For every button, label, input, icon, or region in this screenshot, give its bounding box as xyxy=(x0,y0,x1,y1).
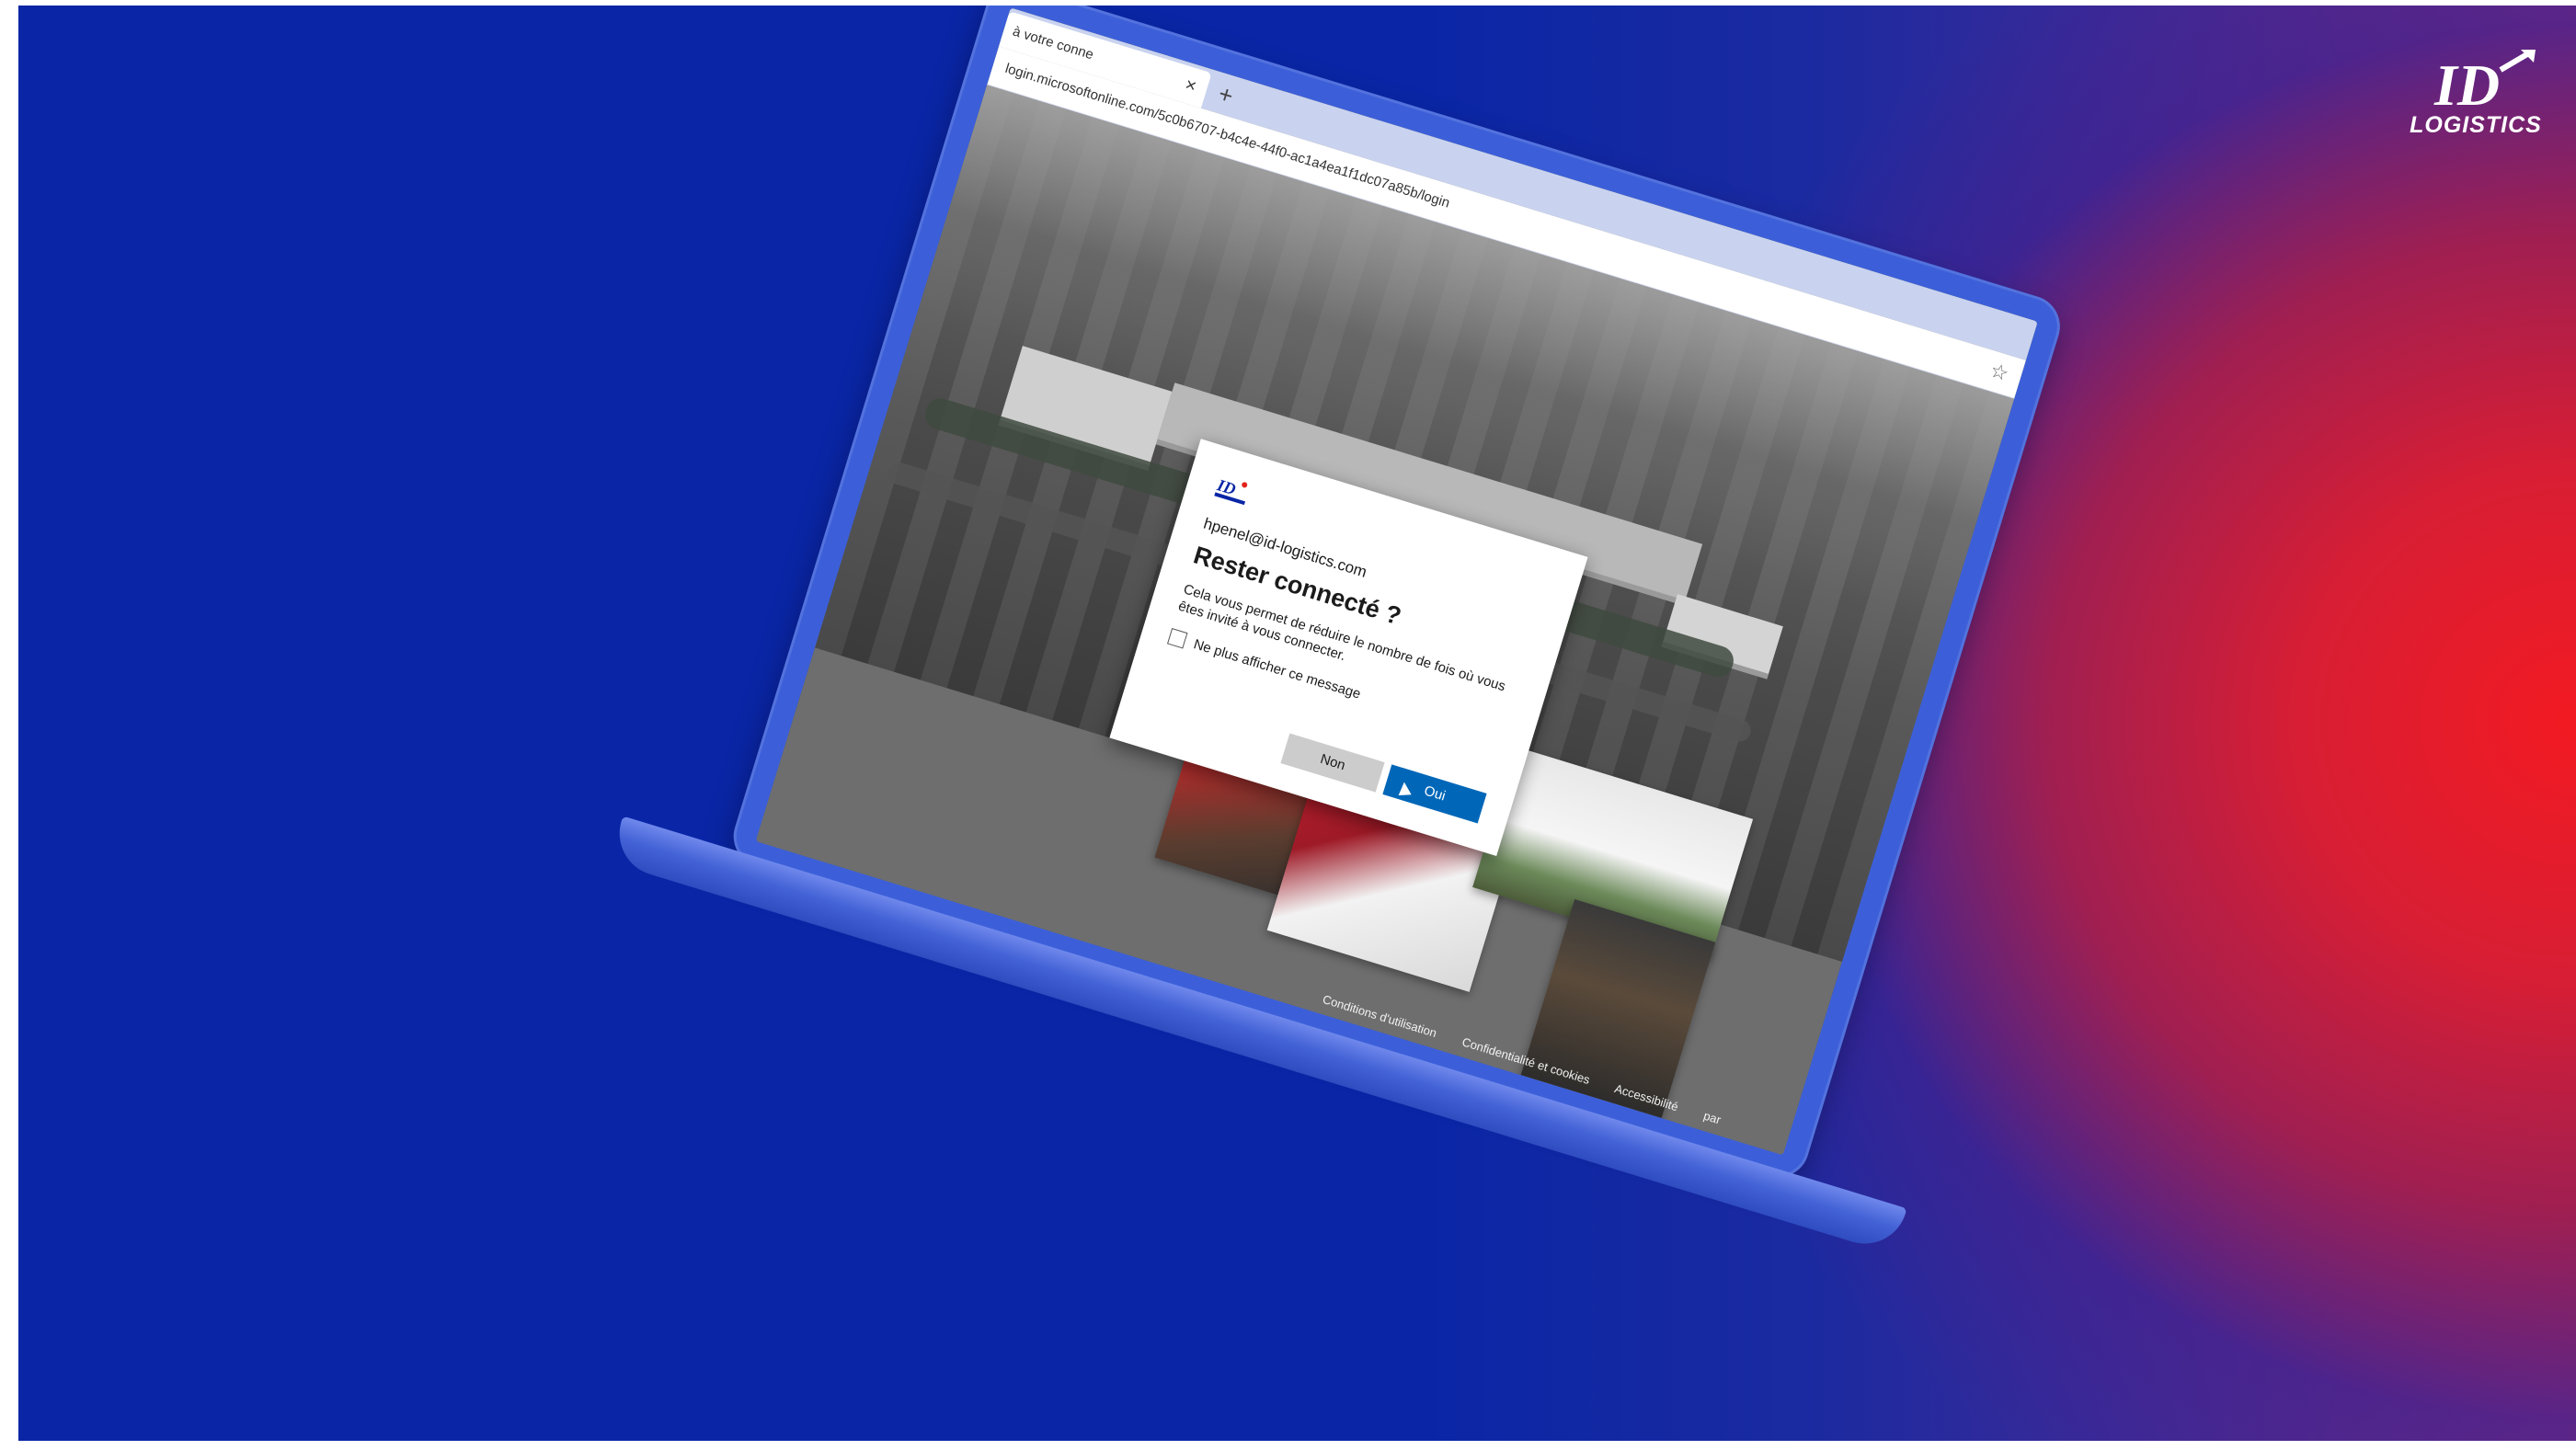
laptop: à votre conne × + login.microsoftonline.… xyxy=(609,6,2068,1255)
bookmark-star-icon[interactable]: ☆ xyxy=(1987,359,2011,387)
yes-button[interactable]: Oui xyxy=(1382,764,1487,824)
id-logistics-logo: ID LOGISTICS xyxy=(2398,50,2554,151)
yes-button-label: Oui xyxy=(1422,782,1448,805)
close-tab-icon[interactable]: × xyxy=(1180,66,1201,105)
id-logo-mark-icon: ID xyxy=(2433,50,2536,116)
no-button[interactable]: Non xyxy=(1280,733,1385,793)
frame-bottom-edge xyxy=(18,1441,2576,1450)
id-logistics-mini-logo-icon: ID xyxy=(1214,475,1248,506)
logo-wordmark: LOGISTICS xyxy=(2410,112,2542,138)
dont-show-again-checkbox[interactable] xyxy=(1166,628,1188,649)
promo-scene: ID LOGISTICS à votre conne × + login.mic… xyxy=(18,6,2576,1450)
new-tab-button[interactable]: + xyxy=(1215,76,1238,112)
mouse-cursor-icon xyxy=(1397,782,1412,795)
svg-text:ID: ID xyxy=(2433,52,2500,116)
